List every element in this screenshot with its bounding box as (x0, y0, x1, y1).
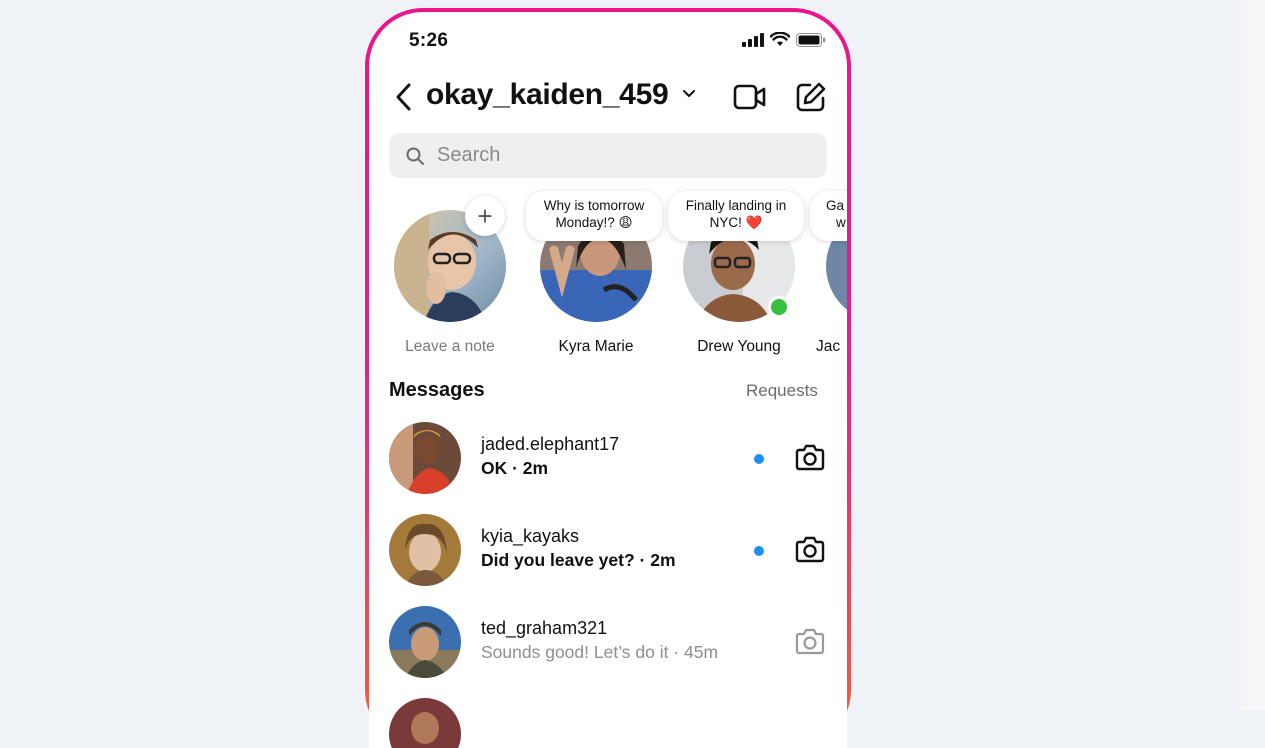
messages-title: Messages (389, 379, 485, 401)
thread-username: ted_graham321 (481, 618, 608, 638)
account-username[interactable]: okay_kaiden_459 (426, 78, 669, 112)
note-text-line1: Finally landing in (685, 198, 787, 213)
avatar (389, 514, 461, 586)
thread-preview: OK · 2m (481, 458, 549, 478)
note-bubble: Why is tomorrow Monday!? 😩 (526, 191, 662, 241)
avatar (389, 422, 461, 494)
note-bubble: Finally landing in NYC! ❤️ (668, 191, 804, 241)
thread-row[interactable]: ted_graham321 Sounds good! Let’s do it ·… (389, 606, 829, 682)
status-icons (742, 32, 826, 47)
page-edge-strip (1241, 0, 1265, 711)
note-name: Kyra Marie (558, 338, 634, 355)
video-call-icon[interactable] (733, 82, 767, 112)
note-text-line2: Monday!? 😩 (555, 215, 633, 230)
plus-icon: + (477, 201, 493, 231)
phone-screen: 5:26 okay_kaiden_459 Search Leave a note… (369, 12, 847, 748)
note-text-line2: w (836, 215, 846, 230)
thread-row[interactable]: kyia_kayaks Did you leave yet? · 2m (389, 514, 829, 590)
note-text-line2: NYC! ❤️ (709, 215, 763, 230)
thread-preview: Sounds good! Let’s do it · 45m (481, 642, 719, 662)
cellular-signal-icon (742, 32, 764, 47)
thread-row[interactable]: jaded.elephant17 OK · 2m (389, 422, 829, 498)
status-time: 5:26 (409, 30, 449, 51)
camera-icon[interactable] (795, 443, 825, 471)
note-name: Jac (816, 338, 841, 355)
camera-icon[interactable] (795, 535, 825, 563)
add-note-button[interactable]: + (465, 196, 505, 236)
note-name: Leave a note (405, 338, 495, 355)
wifi-icon (770, 32, 790, 46)
back-arrow-icon[interactable] (393, 82, 415, 112)
unread-dot (754, 454, 764, 464)
unread-dot (754, 546, 764, 556)
note-text-line1: Why is tomorrow (543, 198, 645, 213)
search-input[interactable] (435, 143, 799, 168)
note-text-line1: Ga (826, 198, 845, 213)
camera-icon[interactable] (795, 627, 825, 655)
phone-frame: 5:26 okay_kaiden_459 Search Leave a note… (365, 8, 851, 748)
new-message-icon[interactable] (795, 81, 827, 113)
avatar (389, 606, 461, 678)
note-name: Drew Young (697, 338, 781, 355)
thread-username: kyia_kayaks (481, 526, 580, 546)
online-status-dot (768, 296, 790, 318)
note-bubble: Ga w (810, 191, 847, 241)
search-bar[interactable] (389, 133, 827, 178)
thread-preview: Did you leave yet? · 2m (481, 550, 676, 570)
search-icon (406, 147, 424, 165)
avatar (389, 698, 461, 748)
chevron-down-icon[interactable] (681, 88, 697, 100)
thread-row[interactable] (389, 698, 829, 748)
battery-icon (796, 32, 826, 47)
thread-username: jaded.elephant17 (481, 434, 620, 454)
requests-link[interactable]: Requests (746, 381, 818, 401)
